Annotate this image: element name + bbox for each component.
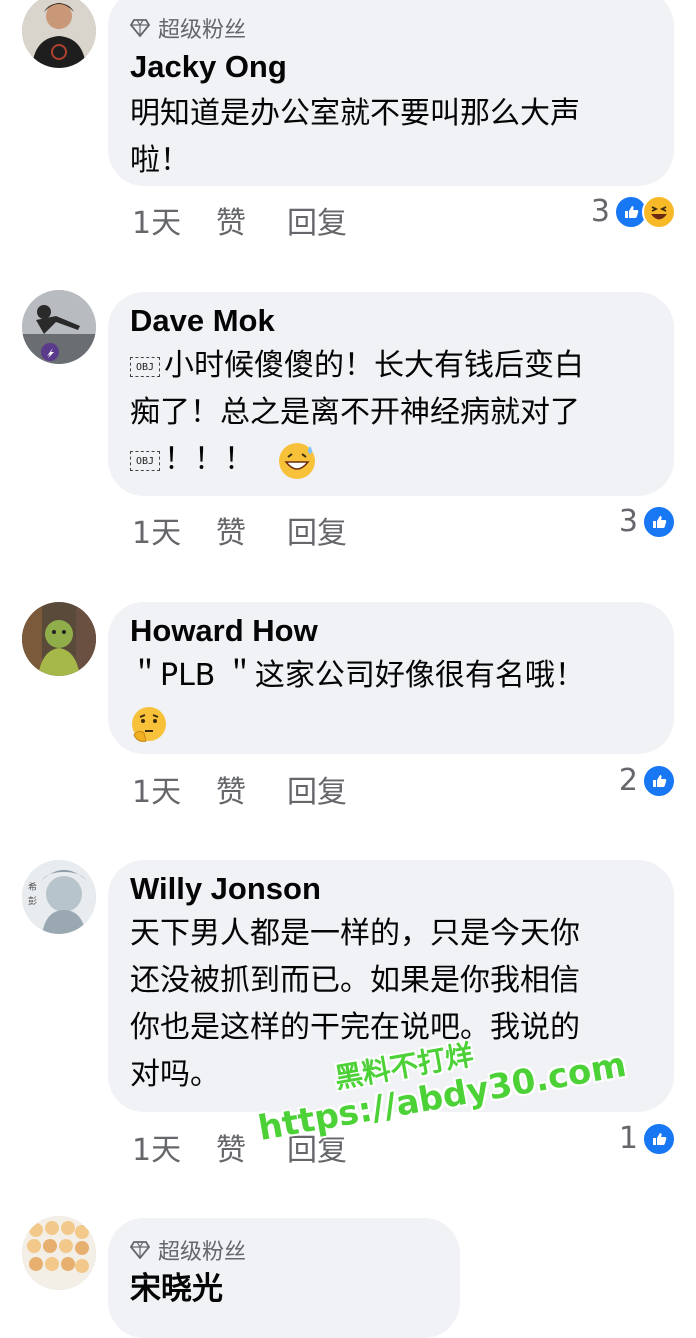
reply-button[interactable]: 回复: [287, 508, 347, 552]
like-icon: [642, 1121, 676, 1156]
comment-line: 明知道是办公室就不要叫那么大声: [130, 96, 580, 131]
avatar[interactable]: [22, 0, 96, 68]
comment-text: 天下男人都是一样的，只是今天你 还没被抓到而已。如果是你我相信 你也是这样的干完…: [130, 910, 652, 1098]
thinking-emoji-icon: [130, 705, 168, 743]
commenter-name[interactable]: Jacky Ong: [130, 48, 652, 86]
comment-line: 痴了！总之是离不开神经病就对了: [130, 395, 580, 430]
reply-button[interactable]: 回复: [287, 767, 347, 811]
comment-line: ＂PLB ＂这家公司好像很有名哦！: [130, 658, 585, 693]
commenter-name[interactable]: Willy Jonson: [130, 870, 652, 908]
comment-text: ＂PLB ＂这家公司好像很有名哦！: [130, 652, 652, 746]
reaction-count: 3: [590, 194, 610, 229]
reaction-summary[interactable]: 3: [591, 194, 676, 229]
badge-label: 超级粉丝: [158, 18, 247, 43]
avatar[interactable]: 希 彭: [22, 860, 96, 934]
comment-time[interactable]: 1天: [132, 508, 216, 552]
comment-line: 还没被抓到而已。如果是你我相信: [130, 963, 580, 998]
comment-bubble: Dave Mok OBJ 小时候傻傻的！长大有钱后变白 痴了！总之是离不开神经病就…: [108, 292, 674, 496]
reaction-summary[interactable]: 3: [619, 504, 676, 539]
comment-text: OBJ 小时候傻傻的！长大有钱后变白 痴了！总之是离不开神经病就对了 OBJ！！！: [130, 342, 652, 483]
badge-label: 超级粉丝: [158, 1240, 247, 1265]
comment-line: 小时候傻傻的！长大有钱后变白: [164, 348, 584, 383]
comment-bubble: 超级粉丝 Jacky Ong 明知道是办公室就不要叫那么大声 啦！: [108, 0, 674, 186]
haha-icon: [642, 194, 676, 229]
object-placeholder-icon: OBJ: [130, 450, 160, 471]
top-fan-badge: 超级粉丝: [130, 1234, 438, 1266]
svg-text:彭: 彭: [28, 895, 37, 907]
comment-actions: 1天 赞 回复: [132, 198, 347, 242]
like-button[interactable]: 赞: [216, 1125, 287, 1169]
diamond-icon: [130, 19, 150, 37]
reply-button[interactable]: 回复: [287, 198, 347, 242]
comment-actions: 1天 赞 回复: [132, 1125, 347, 1169]
avatar[interactable]: [22, 602, 96, 676]
avatar[interactable]: [22, 290, 96, 364]
reaction-count: 1: [618, 1121, 638, 1156]
comment-bubble: Howard How ＂PLB ＂这家公司好像很有名哦！: [108, 602, 674, 754]
like-button[interactable]: 赞: [216, 508, 287, 552]
comment-bubble: Willy Jonson 天下男人都是一样的，只是今天你 还没被抓到而已。如果是…: [108, 860, 674, 1112]
svg-text:希: 希: [28, 881, 37, 893]
avatar[interactable]: [22, 1216, 96, 1290]
comment-actions: 1天 赞 回复: [132, 508, 347, 552]
comment-time[interactable]: 1天: [132, 1125, 216, 1169]
reaction-count: 2: [618, 763, 638, 798]
comment-text: 明知道是办公室就不要叫那么大声 啦！: [130, 90, 652, 184]
comment-line: 天下男人都是一样的，只是今天你: [130, 916, 580, 951]
comment-line: ！！！: [164, 442, 254, 477]
sweat-smile-emoji-icon: [278, 442, 316, 480]
like-button[interactable]: 赞: [216, 198, 287, 242]
comment-time[interactable]: 1天: [132, 767, 216, 811]
comment-time[interactable]: 1天: [132, 198, 216, 242]
comment-bubble: 超级粉丝 宋晓光: [108, 1218, 460, 1338]
commenter-name[interactable]: 宋晓光: [130, 1270, 438, 1308]
object-placeholder-icon: OBJ: [130, 356, 160, 377]
reaction-summary[interactable]: 1: [619, 1121, 676, 1156]
top-fan-badge: 超级粉丝: [130, 12, 652, 44]
comment-actions: 1天 赞 回复: [132, 767, 347, 811]
comment-line: 啦！: [130, 143, 190, 178]
commenter-name[interactable]: Dave Mok: [130, 302, 652, 340]
comment-line: 对吗。: [130, 1057, 220, 1092]
reaction-summary[interactable]: 2: [619, 763, 676, 798]
diamond-icon: [130, 1241, 150, 1259]
reply-button[interactable]: 回复: [287, 1125, 347, 1169]
like-icon: [642, 504, 676, 539]
comment-line: 你也是这样的干完在说吧。我说的: [130, 1010, 580, 1045]
commenter-name[interactable]: Howard How: [130, 612, 652, 650]
like-button[interactable]: 赞: [216, 767, 287, 811]
reaction-count: 3: [618, 504, 638, 539]
like-icon: [642, 763, 676, 798]
